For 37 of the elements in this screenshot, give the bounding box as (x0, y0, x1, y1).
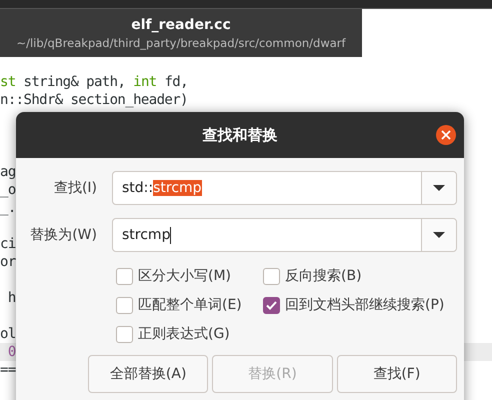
code-text: n::Shdr& section_header) (0, 92, 188, 108)
option-checkbox[interactable]: 正则表达式(G) (116, 325, 263, 343)
checkbox[interactable] (263, 296, 280, 314)
checkbox[interactable] (263, 268, 280, 284)
close-button[interactable] (436, 125, 456, 145)
dialog-title: 查找和替换 (202, 126, 278, 144)
dialog-button[interactable]: 全部替换(A) (88, 355, 208, 393)
window-title: elf_reader.cc (131, 16, 231, 32)
caret-icon (433, 232, 445, 238)
code-text: ag (0, 164, 16, 180)
close-icon (441, 130, 451, 140)
field-label: 替换为(W) (29, 226, 97, 244)
caret-icon (433, 185, 445, 191)
field-label: 查找(I) (52, 179, 97, 197)
code-text: _. (0, 200, 16, 216)
checkbox[interactable] (116, 268, 133, 284)
combo-field[interactable]: std::strcmp (112, 171, 457, 205)
code-text: or (0, 254, 16, 270)
dialog-button[interactable]: 查找(F) (336, 355, 457, 393)
option-checkbox[interactable]: 回到文档头部继续搜索(P) (263, 296, 457, 314)
code-text: h (6, 290, 16, 306)
option-checkbox[interactable]: 匹配整个单词(E) (116, 296, 263, 314)
dropdown-button[interactable] (421, 219, 456, 251)
code-text: ci (0, 236, 16, 252)
code-text: ol (0, 326, 16, 342)
option-checkbox[interactable]: 区分大小写(M) (116, 267, 263, 285)
check-icon (266, 300, 277, 310)
checkbox[interactable] (116, 296, 133, 314)
code-text: _o (0, 182, 16, 198)
code-text: 0 (6, 344, 16, 360)
dropdown-button[interactable] (421, 172, 456, 204)
checkbox[interactable] (116, 326, 133, 342)
code-text: == (0, 362, 16, 378)
option-checkbox[interactable]: 反向搜索(B) (263, 267, 457, 285)
combo-field[interactable]: strcmp (112, 218, 457, 252)
file-path: ~/lib/qBreakpad/third_party/breakpad/src/common/dwarf (16, 36, 346, 50)
code-text: st string& path, int fd, (0, 74, 188, 90)
